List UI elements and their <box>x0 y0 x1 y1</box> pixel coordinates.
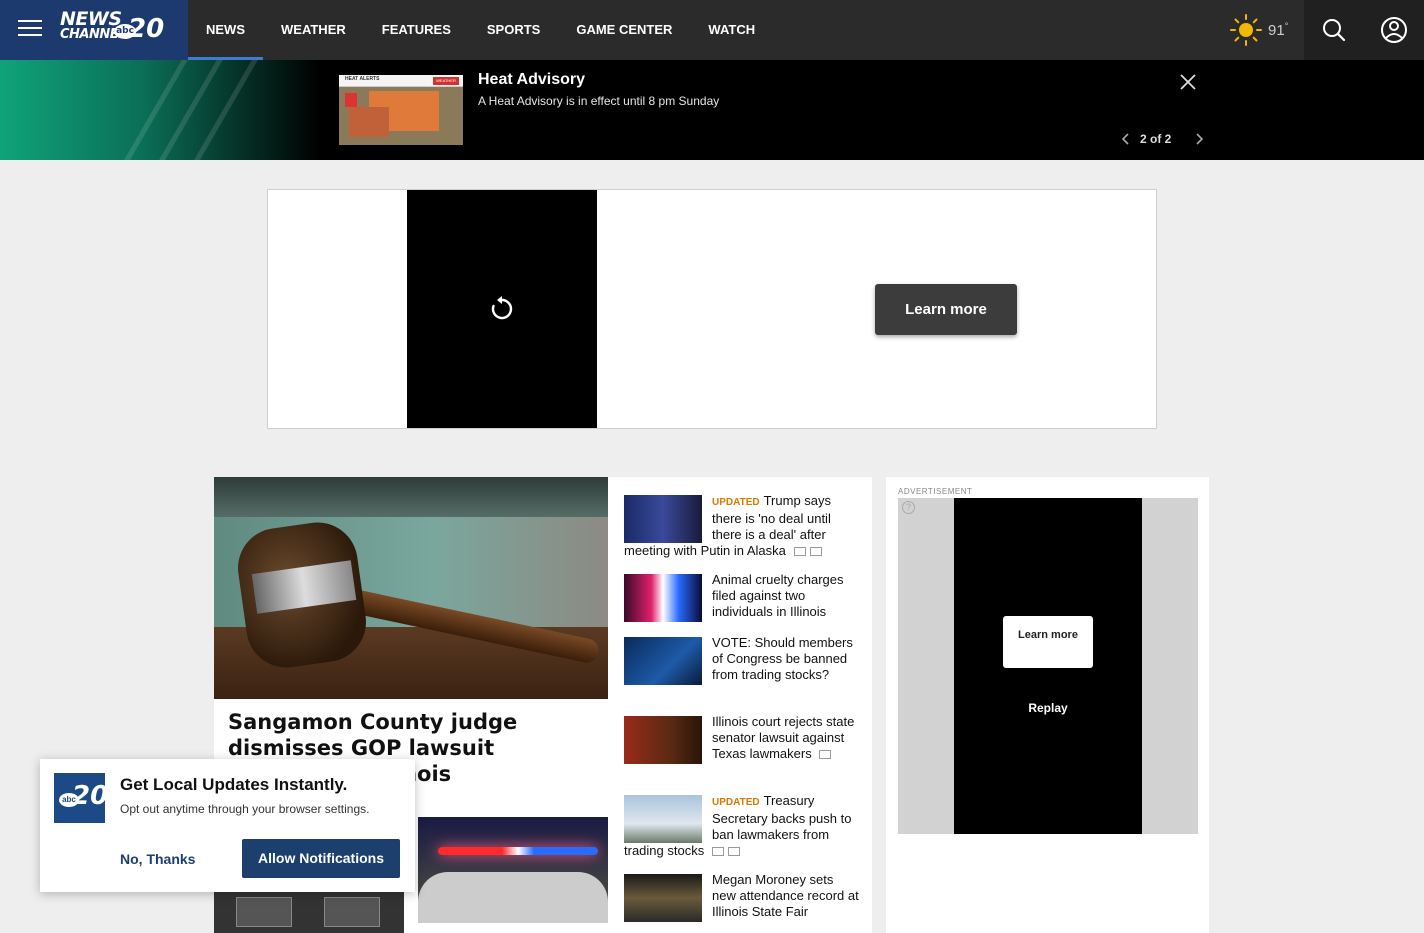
side-advertisement[interactable]: ? Learn more Replay <box>898 498 1198 834</box>
temperature: 91° <box>1268 21 1289 39</box>
nav-item-game-center[interactable]: GAME CENTER <box>558 0 690 60</box>
learn-more-button[interactable]: Learn more <box>1003 616 1093 668</box>
top-advertisement[interactable]: Learn more <box>267 189 1157 429</box>
chevron-right-icon[interactable] <box>1192 131 1206 147</box>
alert-decoration <box>0 60 320 160</box>
list-item[interactable]: Megan Moroney sets new attendance record… <box>624 872 860 922</box>
site-logo[interactable]: NEWS CHANNEL 20 abc <box>60 10 164 48</box>
logo-badge: 20 abc <box>114 14 164 46</box>
search-icon <box>1323 19 1346 42</box>
user-icon <box>1381 17 1407 43</box>
main-nav: NEWS WEATHER FEATURES SPORTS GAME CENTER… <box>188 0 773 60</box>
nav-item-sports[interactable]: SPORTS <box>469 0 558 60</box>
ad-video[interactable]: Learn more Replay <box>954 498 1142 834</box>
list-item[interactable]: UPDATED Treasury Secretary backs push to … <box>624 793 860 859</box>
story-image[interactable] <box>418 817 608 923</box>
story-thumbnail <box>624 574 702 622</box>
nav-item-watch[interactable]: WATCH <box>690 0 773 60</box>
advertisement-label: ADVERTISEMENT <box>898 487 973 496</box>
story-thumbnail <box>624 716 702 764</box>
story-thumbnail <box>624 874 702 922</box>
list-item[interactable]: UPDATED Trump says there is 'no deal unti… <box>624 493 860 559</box>
alert-title[interactable]: Heat Advisory <box>478 71 585 89</box>
account-button[interactable] <box>1364 0 1424 60</box>
weather-widget[interactable]: 91° <box>1228 12 1288 48</box>
search-button[interactable] <box>1304 0 1364 60</box>
channel-logo: 20 abc <box>54 773 105 823</box>
story-list: UPDATED Trump says there is 'no deal unti… <box>608 477 872 933</box>
alert-subtitle: A Heat Advisory is in effect until 8 pm … <box>478 94 720 108</box>
help-icon[interactable]: ? <box>902 501 915 514</box>
alert-thumbnail[interactable]: HEAT ALERTS WEATHER <box>339 75 463 145</box>
sidebar: ADVERTISEMENT ? Learn more Replay <box>886 477 1209 933</box>
updated-badge: UPDATED <box>712 797 760 808</box>
list-item[interactable]: Animal cruelty charges filed against two… <box>624 572 860 622</box>
ad-video[interactable] <box>407 190 597 428</box>
weather-alert-banner: HEAT ALERTS WEATHER Heat Advisory A Heat… <box>0 60 1424 160</box>
video-icon <box>711 847 724 857</box>
nav-item-weather[interactable]: WEATHER <box>263 0 364 60</box>
replay-icon[interactable] <box>488 295 516 323</box>
menu-icon[interactable] <box>18 20 42 38</box>
story-thumbnail <box>624 495 702 543</box>
story-thumbnail <box>624 637 702 685</box>
allow-notifications-button[interactable]: Allow Notifications <box>242 839 400 878</box>
close-icon[interactable] <box>1178 72 1198 92</box>
nav-item-news[interactable]: NEWS <box>188 0 263 60</box>
hero-image[interactable] <box>214 477 608 699</box>
nav-item-features[interactable]: FEATURES <box>364 0 469 60</box>
video-icon <box>793 547 806 557</box>
gallery-icon <box>727 847 740 857</box>
list-item[interactable]: VOTE: Should members of Congress be bann… <box>624 635 860 685</box>
notification-subtitle: Opt out anytime through your browser set… <box>120 802 370 816</box>
updated-badge: UPDATED <box>712 497 760 508</box>
notification-prompt: 20 abc Get Local Updates Instantly. Opt … <box>40 759 415 892</box>
list-item[interactable]: Illinois court rejects state senator law… <box>624 714 860 764</box>
sun-icon <box>1230 14 1262 46</box>
replay-button[interactable]: Replay <box>954 701 1142 715</box>
top-navigation-bar: NEWS CHANNEL 20 abc NEWS WEATHER FEATURE… <box>0 0 1424 60</box>
gallery-icon <box>809 547 822 557</box>
video-icon <box>819 750 832 760</box>
learn-more-button[interactable]: Learn more <box>875 284 1017 335</box>
notification-title: Get Local Updates Instantly. <box>120 775 348 794</box>
chevron-left-icon[interactable] <box>1119 131 1133 147</box>
brand-area: NEWS CHANNEL 20 abc <box>0 0 188 60</box>
story-thumbnail <box>624 795 702 843</box>
no-thanks-button[interactable]: No, Thanks <box>120 851 195 867</box>
alert-pager: 2 of 2 <box>1140 132 1172 146</box>
